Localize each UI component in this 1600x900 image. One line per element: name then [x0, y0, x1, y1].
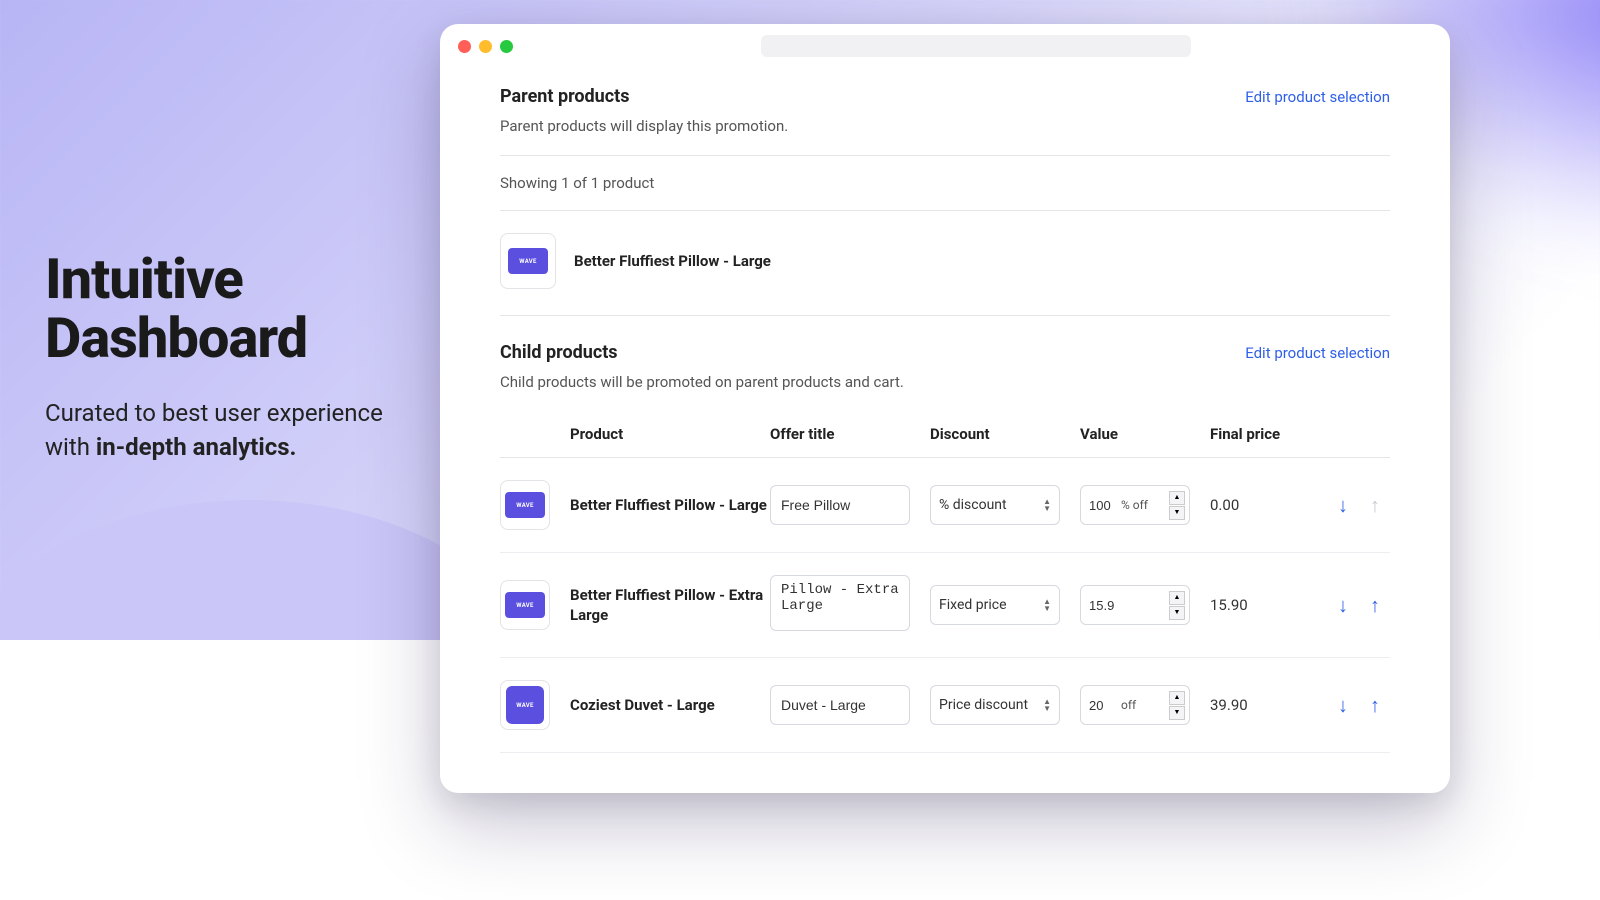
col-discount: Discount	[930, 425, 1080, 443]
content: Parent products Edit product selection P…	[440, 68, 1450, 793]
parent-product-row: WAVE Better Fluffiest Pillow - Large	[500, 229, 1390, 316]
wave-duvet-icon: WAVE	[506, 686, 544, 724]
offer-title-input[interactable]	[770, 685, 910, 725]
hero-subtitle: Curated to best user experience with in-…	[45, 396, 405, 466]
discount-type-select[interactable]: % discount▲▼	[930, 485, 1060, 525]
final-price: 15.90	[1210, 596, 1300, 614]
parent-section-head: Parent products Edit product selection	[500, 86, 1390, 107]
final-price: 0.00	[1210, 496, 1300, 514]
value-suffix: off	[1121, 698, 1169, 712]
divider	[500, 210, 1390, 211]
value-stepper: ▲▼	[1169, 691, 1185, 720]
hero: Intuitive Dashboard Curated to best user…	[45, 250, 405, 465]
move-down-icon[interactable]: ↓	[1338, 493, 1348, 518]
edit-parent-selection-link[interactable]: Edit product selection	[1245, 88, 1390, 106]
col-value: Value	[1080, 425, 1210, 443]
move-up-icon: ↑	[1370, 493, 1380, 518]
value-stepper: ▲▼	[1169, 491, 1185, 520]
final-price: 39.90	[1210, 696, 1300, 714]
product-thumbnail: WAVE	[500, 580, 550, 630]
product-thumbnail: WAVE	[500, 480, 550, 530]
product-thumbnail: WAVE	[500, 233, 556, 289]
stepper-up-button[interactable]: ▲	[1169, 491, 1185, 505]
product-name: Coziest Duvet - Large	[570, 695, 770, 715]
parent-desc: Parent products will display this promot…	[500, 117, 1390, 135]
child-title: Child products	[500, 342, 618, 363]
value-input[interactable]	[1089, 698, 1121, 713]
stepper-down-button[interactable]: ▼	[1169, 706, 1185, 720]
close-icon[interactable]	[458, 40, 471, 53]
value-stepper: ▲▼	[1169, 591, 1185, 620]
child-desc: Child products will be promoted on paren…	[500, 373, 1390, 391]
child-section-head: Child products Edit product selection	[500, 342, 1390, 363]
chevron-updown-icon: ▲▼	[1043, 698, 1051, 712]
chevron-updown-icon: ▲▼	[1043, 498, 1051, 512]
value-input-group: % off▲▼	[1080, 485, 1190, 525]
address-bar[interactable]	[761, 35, 1191, 57]
col-final: Final price	[1210, 425, 1300, 443]
value-input-group: ▲▼	[1080, 585, 1190, 625]
child-product-row: WAVE Coziest Duvet - Large Price discount▲…	[500, 658, 1390, 753]
product-name: Better Fluffiest Pillow - Extra Large	[570, 585, 770, 626]
wave-pillow-icon: WAVE	[505, 592, 545, 618]
value-suffix: % off	[1121, 498, 1169, 512]
move-down-icon[interactable]: ↓	[1338, 693, 1348, 718]
window-titlebar	[440, 24, 1450, 68]
col-offer: Offer title	[770, 425, 930, 443]
discount-type-select[interactable]: Fixed price▲▼	[930, 585, 1060, 625]
edit-child-selection-link[interactable]: Edit product selection	[1245, 344, 1390, 362]
parent-showing-count: Showing 1 of 1 product	[500, 174, 1390, 192]
value-input[interactable]	[1089, 498, 1121, 513]
move-down-icon[interactable]: ↓	[1338, 593, 1348, 618]
child-table-header: Product Offer title Discount Value Final…	[500, 411, 1390, 458]
parent-title: Parent products	[500, 86, 629, 107]
stepper-down-button[interactable]: ▼	[1169, 506, 1185, 520]
value-input[interactable]	[1089, 598, 1121, 613]
offer-title-input[interactable]	[770, 485, 910, 525]
move-up-icon[interactable]: ↑	[1370, 593, 1380, 618]
move-up-icon[interactable]: ↑	[1370, 693, 1380, 718]
maximize-icon[interactable]	[500, 40, 513, 53]
wave-pillow-icon: WAVE	[505, 492, 545, 518]
child-product-row: WAVE Better Fluffiest Pillow - Large % dis…	[500, 458, 1390, 553]
stepper-up-button[interactable]: ▲	[1169, 591, 1185, 605]
stepper-down-button[interactable]: ▼	[1169, 606, 1185, 620]
child-product-row: WAVE Better Fluffiest Pillow - Extra Larg…	[500, 553, 1390, 658]
divider	[500, 155, 1390, 156]
offer-title-input[interactable]	[770, 575, 910, 631]
wave-pillow-icon: WAVE	[508, 248, 548, 274]
col-product: Product	[570, 425, 770, 443]
discount-type-select[interactable]: Price discount▲▼	[930, 685, 1060, 725]
stepper-up-button[interactable]: ▲	[1169, 691, 1185, 705]
app-window: Parent products Edit product selection P…	[440, 24, 1450, 793]
value-input-group: off▲▼	[1080, 685, 1190, 725]
product-thumbnail: WAVE	[500, 680, 550, 730]
product-name: Better Fluffiest Pillow - Large	[570, 495, 770, 515]
minimize-icon[interactable]	[479, 40, 492, 53]
chevron-updown-icon: ▲▼	[1043, 598, 1051, 612]
hero-title: Intuitive Dashboard	[45, 250, 405, 368]
product-name: Better Fluffiest Pillow - Large	[574, 252, 771, 270]
